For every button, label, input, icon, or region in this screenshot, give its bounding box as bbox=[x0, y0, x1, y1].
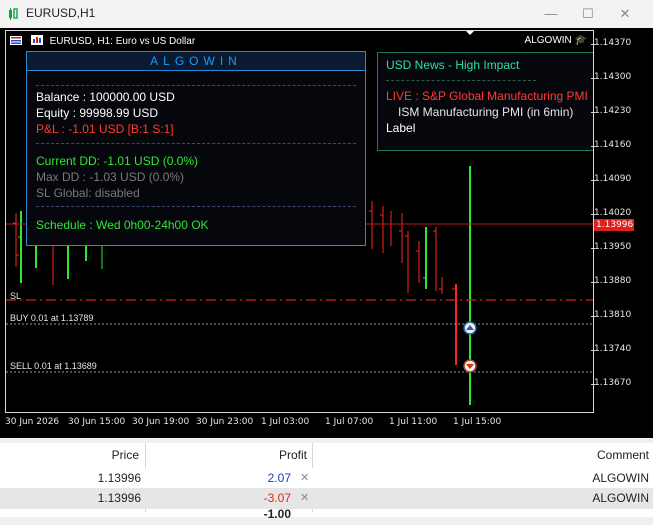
buy-marker[interactable] bbox=[463, 321, 477, 335]
equity-text: Equity : 99998.99 USD bbox=[36, 106, 159, 120]
table-total-row: -1.00 bbox=[0, 507, 653, 521]
price-tick: 1.14160 bbox=[590, 140, 632, 150]
window-title: EURUSD,H1 bbox=[26, 6, 96, 20]
news-divider bbox=[386, 80, 536, 81]
time-tick: 1 Jul 15:00 bbox=[453, 417, 502, 427]
time-tick: 30 Jun 15:00 bbox=[68, 417, 126, 427]
news-live-text: LIVE : S&P Global Manufacturing PMI bbox=[386, 89, 588, 103]
news-panel: USD News - High Impact LIVE : S&P Global… bbox=[377, 52, 593, 151]
shift-marker-icon bbox=[466, 31, 474, 35]
close-button[interactable]: ✕ bbox=[612, 4, 638, 24]
time-tick: 30 Jun 23:00 bbox=[196, 417, 254, 427]
minimize-button[interactable]: — bbox=[538, 4, 564, 24]
time-tick: 1 Jul 07:00 bbox=[325, 417, 374, 427]
time-axis[interactable]: 30 Jun 2026 30 Jun 15:00 30 Jun 19:00 30… bbox=[0, 413, 600, 433]
comment-column-header[interactable]: Comment bbox=[597, 443, 649, 468]
sl-global-text: SL Global: disabled bbox=[36, 186, 140, 200]
buy-label: BUY 0.01 at 1.13789 bbox=[10, 313, 94, 323]
price-column-header[interactable]: Price bbox=[112, 443, 139, 468]
chart-window: SL BUY 0.01 at 1.13789 SELL 0.01 at 1.13… bbox=[0, 28, 653, 438]
schedule-text: Schedule : Wed 0h00-24h00 OK bbox=[36, 218, 209, 232]
time-tick: 1 Jul 11:00 bbox=[389, 417, 438, 427]
current-price-tag: 1.13996 bbox=[594, 219, 634, 231]
table-row[interactable]: 1.13996 -3.07 ✕ ALGOWIN bbox=[0, 488, 653, 509]
current-dd-text: Current DD: -1.01 USD (0.0%) bbox=[36, 154, 199, 168]
algowin-panel: ALGOWIN Balance : 100000.00 USD Equity :… bbox=[26, 51, 366, 246]
row-comment: ALGOWIN bbox=[592, 471, 649, 485]
news-next-text: ISM Manufacturing PMI (in 6min) bbox=[398, 105, 574, 119]
price-axis[interactable]: 1.14370 1.14300 1.14230 1.14160 1.14090 … bbox=[590, 30, 653, 412]
price-tick: 1.13740 bbox=[590, 344, 632, 354]
price-tick: 1.13950 bbox=[590, 242, 632, 252]
panel-divider bbox=[36, 85, 356, 86]
price-tick: 1.13670 bbox=[590, 378, 632, 388]
row-comment: ALGOWIN bbox=[592, 491, 649, 505]
price-tick: 1.14370 bbox=[590, 38, 632, 48]
pnl-text: P&L : -1.01 USD [B:1 S:1] bbox=[36, 122, 174, 136]
row-price: 1.13996 bbox=[97, 471, 141, 485]
news-title: USD News - High Impact bbox=[386, 58, 520, 72]
profit-column-header[interactable]: Profit bbox=[279, 443, 307, 468]
price-tick: 1.13810 bbox=[590, 310, 632, 320]
chart-header: EURUSD, H1: Euro vs US Dollar bbox=[10, 35, 195, 47]
sell-label: SELL 0.01 at 1.13689 bbox=[10, 361, 97, 371]
total-profit: -1.00 bbox=[263, 507, 291, 521]
panel-divider bbox=[36, 143, 356, 144]
time-tick: 30 Jun 2026 bbox=[5, 417, 60, 427]
price-chart[interactable]: SL BUY 0.01 at 1.13789 SELL 0.01 at 1.13… bbox=[5, 30, 594, 413]
price-tick: 1.14020 bbox=[590, 208, 632, 218]
expert-advisor-label[interactable]: ALGOWIN 🎓 bbox=[525, 35, 587, 46]
table-row[interactable]: 1.13996 2.07 ✕ ALGOWIN bbox=[0, 468, 653, 489]
price-tick: 1.13880 bbox=[590, 276, 632, 286]
table-header: Price Profit Comment bbox=[0, 443, 653, 469]
time-tick: 1 Jul 03:00 bbox=[261, 417, 310, 427]
chart-symbol-description: Euro vs US Dollar bbox=[115, 36, 196, 47]
news-label-text: Label bbox=[386, 121, 416, 135]
close-position-icon[interactable]: ✕ bbox=[300, 468, 309, 489]
maximize-button[interactable]: ☐ bbox=[575, 4, 601, 24]
balance-text: Balance : 100000.00 USD bbox=[36, 90, 175, 104]
chart-symbol: EURUSD, H1: bbox=[49, 36, 113, 47]
row-price: 1.13996 bbox=[97, 491, 141, 505]
trade-table: Price Profit Comment 1.13996 2.07 ✕ ALGO… bbox=[0, 443, 653, 521]
ea-name: ALGOWIN bbox=[524, 35, 572, 46]
time-tick: 30 Jun 19:00 bbox=[132, 417, 190, 427]
window-titlebar: EURUSD,H1 — ☐ ✕ bbox=[0, 0, 653, 28]
panel-divider bbox=[36, 206, 356, 207]
sell-marker[interactable] bbox=[463, 359, 477, 373]
panel-title: ALGOWIN bbox=[27, 52, 365, 71]
graduation-cap-icon: 🎓 bbox=[574, 35, 587, 46]
row-profit: 2.07 bbox=[267, 471, 291, 485]
price-tick: 1.14230 bbox=[590, 106, 632, 116]
chart-properties-icon[interactable] bbox=[30, 35, 43, 45]
sl-label: SL bbox=[10, 291, 22, 301]
trading-menu-icon[interactable] bbox=[10, 36, 22, 45]
chart-window-icon bbox=[9, 8, 18, 20]
price-tick: 1.14090 bbox=[590, 174, 632, 184]
price-tick: 1.14300 bbox=[590, 72, 632, 82]
close-position-icon[interactable]: ✕ bbox=[300, 488, 309, 509]
max-dd-text: Max DD : -1.03 USD (0.0%) bbox=[36, 170, 185, 184]
